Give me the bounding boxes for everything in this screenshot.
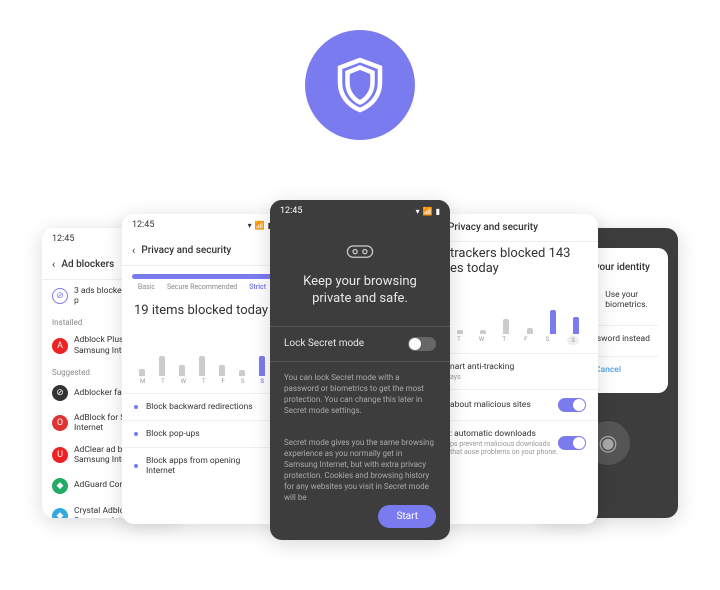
setting-malicious-sites[interactable]: about malicious sites (438, 389, 598, 420)
back-icon[interactable]: ‹ (52, 258, 55, 271)
block-setting[interactable]: Block pop-ups (122, 420, 282, 447)
secret-desc-2: Secret mode gives you the same browsing … (270, 427, 450, 514)
back-icon[interactable]: ‹ (132, 244, 135, 257)
blocked-title: 19 items blocked today (122, 299, 282, 326)
start-button[interactable]: Start (378, 505, 436, 528)
block-icon: ⊘ (52, 288, 68, 304)
lock-label: Lock Secret mode (284, 338, 364, 349)
status-bar: 12:45 ▾📶▮ (270, 200, 450, 222)
phone-privacy-blocked: 12:45 ▾📶▮ ‹ Privacy and security Basic S… (122, 214, 282, 524)
secret-desc-1: You can lock Secret mode with a password… (270, 362, 450, 427)
block-setting[interactable]: Block apps from opening Internet (122, 447, 282, 484)
toggle[interactable] (558, 436, 586, 450)
secret-title: Keep your browsing private and safe. (270, 274, 450, 326)
slider-labels: Basic Secure Recommended Strict (122, 283, 282, 299)
header-title: Ad blockers (61, 259, 114, 270)
status-icons: ▾📶▮ (248, 221, 272, 230)
phone-showcase: 12:45 ▾📶▮ ‹ Ad blockers ⊘ 3 ads blocked … (0, 200, 720, 590)
toggle[interactable] (558, 398, 586, 412)
app-icon: ◆ (52, 508, 68, 518)
header: Privacy and security (438, 214, 598, 242)
header-title: Privacy and security (141, 245, 231, 256)
privacy-slider[interactable] (132, 274, 272, 279)
lock-toggle[interactable] (408, 337, 436, 351)
blocked-chart (122, 326, 282, 376)
lock-secret-mode-row: Lock Secret mode (270, 326, 450, 362)
phone-trackers: Privacy and security trackers blocked 14… (438, 214, 598, 524)
header: ‹ Privacy and security (122, 236, 282, 266)
app-icon: ◆ (52, 478, 68, 494)
trackers-chart (438, 284, 598, 334)
shield-badge (305, 30, 415, 140)
header-title: Privacy and security (448, 222, 538, 233)
mask-icon (270, 222, 450, 274)
status-icons: ▾📶▮ (416, 207, 440, 216)
chart-labels: TWTFSS (438, 334, 598, 353)
status-time: 12:45 (132, 220, 154, 230)
status-bar: 12:45 ▾📶▮ (122, 214, 282, 236)
shield-icon (330, 55, 390, 115)
setting-auto-downloads[interactable]: : automatic downloadsps prevent maliciou… (438, 420, 598, 464)
block-setting[interactable]: Block backward redirections (122, 393, 282, 420)
app-icon: ⊘ (52, 385, 68, 401)
phone-secret-mode: 12:45 ▾📶▮ Keep your browsing private and… (270, 200, 450, 540)
setting-anti-tracking[interactable]: nart anti-trackingays (438, 353, 598, 389)
app-icon: U (52, 447, 68, 463)
status-time: 12:45 (52, 234, 74, 244)
trackers-title: trackers blocked 143 es today (438, 242, 598, 284)
status-time: 12:45 (280, 206, 302, 216)
app-icon: A (52, 338, 68, 354)
app-icon: O (52, 415, 68, 431)
chart-labels: MTWTFSS (122, 376, 282, 393)
